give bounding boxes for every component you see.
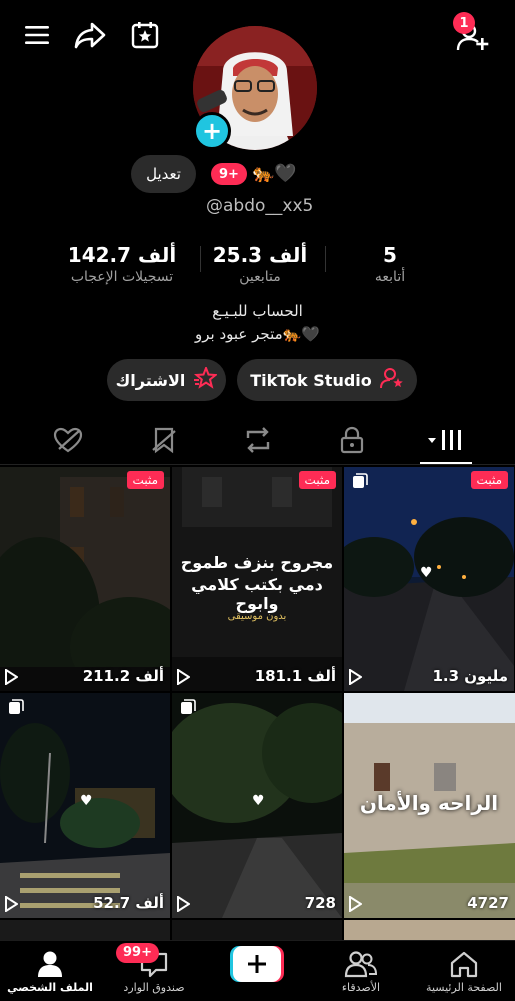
heart-sticker-icon: ♥ [80, 793, 93, 809]
stat-likes-label: تسجيلات الإعجاب [70, 269, 174, 285]
tiktok-studio-button[interactable]: TikTok Studio [237, 359, 417, 401]
liked-hidden-icon [53, 427, 83, 457]
subscribe-star-icon [193, 365, 219, 393]
subscribe-label: الاشتراك [115, 370, 186, 390]
play-icon [5, 669, 18, 685]
video-thumbnail [0, 467, 170, 691]
pinned-badge: مثبت [470, 471, 508, 489]
tab-liked[interactable] [48, 426, 88, 458]
video-tile-partial[interactable] [344, 920, 515, 940]
pinned-badge: مثبت [298, 471, 336, 489]
play-icon [5, 896, 18, 912]
video-tile[interactable]: مثبت 211.2 ألف [0, 467, 170, 691]
nav-profile[interactable]: الملف الشخصي [4, 949, 96, 994]
video-caption-line-1: الراحه والأمان [359, 791, 499, 815]
video-tile[interactable]: ♥ 728 [172, 693, 342, 918]
stat-following-value: 5 [383, 243, 397, 267]
view-count: 181.1 ألف [254, 667, 336, 685]
favorites-hidden-icon [150, 426, 178, 458]
stat-followers[interactable]: 25.3 ألف متابعين [205, 243, 315, 285]
bio-line-2: متجر عبود برو🐅🖤 [194, 325, 320, 343]
username: @abdo__xx5 [206, 196, 314, 216]
reposts-icon [243, 426, 273, 458]
tab-private[interactable] [332, 426, 372, 458]
tab-reposts[interactable] [238, 426, 278, 458]
badge-pill[interactable]: 9+ [211, 163, 247, 185]
content-tabs [0, 420, 515, 465]
nav-friends-label: الأصدقاء [341, 981, 381, 994]
video-tile-partial[interactable] [0, 920, 170, 940]
emoji-tags: 🐅🖤 [252, 163, 297, 184]
nav-profile-label: الملف الشخصي [7, 981, 93, 994]
profile-icon [4, 949, 96, 979]
divider [325, 246, 326, 272]
edit-profile-button[interactable]: تعديل [131, 155, 196, 193]
calendar-star-icon[interactable] [128, 18, 162, 52]
play-icon [177, 669, 190, 685]
private-icon [339, 426, 365, 458]
tiktok-studio-label: TikTok Studio [250, 370, 372, 390]
video-caption-line-2: دمي بكتب كلامي وابوح [191, 575, 323, 613]
active-tab-indicator [420, 462, 472, 464]
stat-following[interactable]: 5 أتابعه [350, 243, 430, 285]
notification-badge: 1 [453, 12, 475, 34]
bio-line-1: الحساب للبـيـع [212, 302, 303, 320]
view-count: 1.3 مليون [432, 667, 508, 685]
add-story-icon[interactable]: + [193, 112, 231, 150]
view-count: 728 [304, 894, 336, 912]
play-icon [349, 669, 362, 685]
multi-photo-icon [353, 473, 368, 488]
stat-likes[interactable]: 142.7 ألف تسجيلات الإعجاب [56, 243, 188, 285]
stat-following-label: أتابعه [374, 269, 406, 285]
video-tile[interactable]: الراحه والأمان 4727 [344, 693, 515, 918]
menu-icon[interactable] [20, 18, 54, 52]
tab-favorites[interactable] [144, 426, 184, 458]
heart-sticker-icon: ♥ [420, 565, 433, 581]
friends-icon [315, 949, 407, 979]
view-count: 4727 [467, 894, 509, 912]
multi-photo-icon [181, 699, 196, 714]
inbox-badge: 99+ [116, 943, 159, 963]
pinned-badge: مثبت [126, 471, 164, 489]
view-count: 52.7 ألف [93, 894, 164, 912]
video-tile[interactable]: ♥ 52.7 ألف [0, 693, 170, 918]
create-button[interactable] [230, 946, 284, 982]
video-tile-partial[interactable] [172, 920, 342, 940]
stat-likes-value: 142.7 ألف [67, 243, 177, 267]
nav-home[interactable]: الصفحة الرئيسية [418, 949, 510, 994]
studio-user-icon [379, 367, 404, 393]
stat-followers-label: متابعين [239, 269, 281, 285]
divider [200, 246, 201, 272]
avatar-wrap[interactable]: + [193, 26, 317, 150]
stat-followers-value: 25.3 ألف [212, 243, 308, 267]
multi-photo-icon [9, 699, 24, 714]
videos-grid-icon [427, 428, 465, 456]
nav-friends[interactable]: الأصدقاء [315, 949, 407, 994]
nav-home-label: الصفحة الرئيسية [426, 981, 502, 994]
nav-inbox-label: صندوق الوارد [123, 981, 185, 994]
tab-videos[interactable] [422, 426, 470, 458]
play-icon [177, 896, 190, 912]
view-count: 211.2 ألف [82, 667, 164, 685]
share-icon[interactable] [73, 18, 107, 52]
video-tile[interactable]: مثبت ♥ 1.3 مليون [344, 467, 514, 691]
home-icon [418, 949, 510, 979]
subscribe-button[interactable]: الاشتراك [107, 359, 226, 401]
heart-sticker-icon: ♥ [252, 793, 265, 809]
video-caption-line-3: بدون موسيقى [227, 611, 287, 622]
video-caption-line-1: مجروح بنزف طموح [180, 553, 334, 572]
video-tile[interactable]: مثبت مجروح بنزف طموح دمي بكتب كلامي وابو… [172, 467, 342, 691]
play-icon [349, 896, 362, 912]
